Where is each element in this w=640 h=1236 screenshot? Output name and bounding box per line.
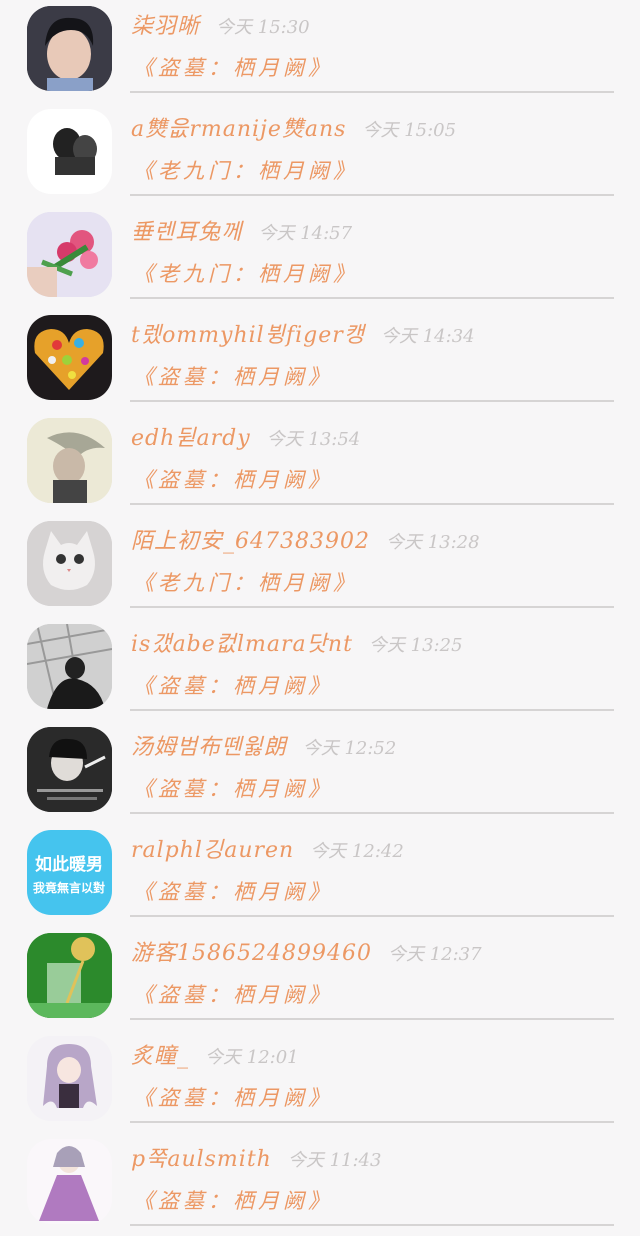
avatar-text-card[interactable]: 如此暖男我竟無言以對 — [27, 830, 112, 915]
user-name-line: a㸈읎rmanije㸈ans 今天 15:05 — [131, 111, 456, 143]
divider — [130, 503, 614, 505]
avatar-anime-girl-image — [27, 1036, 112, 1121]
user-name[interactable]: a㸈읎rmanije㸈ans — [131, 117, 346, 142]
book-title[interactable]: 《盗墓：栖月阙》 — [133, 464, 333, 494]
avatar-city-bw-image — [27, 624, 112, 709]
user-name[interactable]: ralphl깅auren — [131, 838, 294, 863]
svg-text:我竟無言以對: 我竟無言以對 — [33, 880, 105, 895]
avatar-cat-image — [27, 521, 112, 606]
comment-item[interactable]: t렜ommyhil뷩figer캥 今天 14:34 《盗墓：栖月阙》 — [0, 309, 640, 412]
comment-time: 今天 12:01 — [205, 1047, 299, 1068]
avatar-glass-green[interactable] — [27, 933, 112, 1018]
divider — [130, 1224, 614, 1226]
avatar-woman-hair[interactable] — [27, 418, 112, 503]
avatar-couple-bw-image — [27, 109, 112, 194]
user-name-line: p쭉aulsmith 今天 11:43 — [131, 1141, 381, 1173]
avatar-cat[interactable] — [27, 521, 112, 606]
comment-item[interactable]: 游客1586524899460 今天 12:37 《盗墓：栖月阙》 — [0, 927, 640, 1030]
avatar-flowers-image — [27, 212, 112, 297]
user-name[interactable]: 垂렌耳兔께 — [131, 220, 242, 245]
user-name-line: 游客1586524899460 今天 12:37 — [131, 935, 482, 967]
comment-time: 今天 15:05 — [362, 120, 457, 141]
book-title[interactable]: 《盗墓：栖月阙》 — [133, 1185, 333, 1215]
comment-item[interactable]: 炙瞳_ 今天 12:01 《盗墓：栖月阙》 — [0, 1030, 640, 1133]
divider — [130, 709, 614, 711]
avatar-glass-green-image — [27, 933, 112, 1018]
avatar-portrait-man-image — [27, 6, 112, 91]
comment-item[interactable]: 汤姆범布뗀윓朗 今天 12:52 《盗墓：栖月阙》 — [0, 721, 640, 824]
comment-time: 今天 14:57 — [258, 223, 353, 244]
divider — [130, 1018, 614, 1020]
avatar-couple-bw[interactable] — [27, 109, 112, 194]
user-name[interactable]: p쭉aulsmith — [131, 1147, 272, 1172]
user-name[interactable]: edh뒫ardy — [131, 426, 251, 451]
user-name[interactable]: 柒羽晰 — [131, 14, 200, 39]
comment-time: 今天 13:28 — [385, 532, 480, 553]
comment-time: 今天 12:37 — [387, 944, 482, 965]
comment-time: 今天 13:54 — [266, 429, 361, 450]
avatar-anime-dress-image — [27, 1139, 112, 1224]
book-title[interactable]: 《盗墓：栖月阙》 — [133, 979, 333, 1009]
comment-time: 今天 12:42 — [310, 841, 404, 862]
avatar-heart[interactable] — [27, 315, 112, 400]
user-name[interactable]: 陌上初安_647383902 — [131, 529, 370, 554]
avatar-woman-smoke-image — [27, 727, 112, 812]
comment-time: 今天 11:43 — [287, 1150, 382, 1171]
comment-item[interactable]: 柒羽晰 今天 15:30 《盗墓：栖月阙》 — [0, 0, 640, 103]
user-name[interactable]: t렜ommyhil뷩figer캥 — [131, 323, 365, 348]
avatar-heart-image — [27, 315, 112, 400]
user-name-line: 汤姆범布뗀윓朗 今天 12:52 — [131, 729, 396, 761]
avatar-woman-smoke[interactable] — [27, 727, 112, 812]
divider — [130, 1121, 614, 1123]
divider — [130, 812, 614, 814]
comment-item[interactable]: 垂렌耳兔께 今天 14:57 《老九门：栖月阙》 — [0, 206, 640, 309]
book-title[interactable]: 《老九门：栖月阙》 — [133, 155, 358, 185]
book-title[interactable]: 《盗墓：栖月阙》 — [133, 670, 333, 700]
divider — [130, 297, 614, 299]
book-title[interactable]: 《盗墓：栖月阙》 — [133, 52, 333, 82]
comment-time: 今天 14:34 — [381, 326, 475, 347]
book-title[interactable]: 《盗墓：栖月阙》 — [133, 1082, 333, 1112]
user-name-line: 炙瞳_ 今天 12:01 — [131, 1038, 299, 1070]
comment-item[interactable]: 如此暖男我竟無言以對 ralphl깅auren 今天 12:42 《盗墓：栖月阙》 — [0, 824, 640, 927]
user-name-line: ralphl깅auren 今天 12:42 — [131, 832, 404, 864]
comment-item[interactable]: edh뒫ardy 今天 13:54 《盗墓：栖月阙》 — [0, 412, 640, 515]
divider — [130, 606, 614, 608]
avatar-anime-girl[interactable] — [27, 1036, 112, 1121]
user-name-line: is갰abe컶lmara닷nt 今天 13:25 — [131, 626, 463, 658]
avatar-city-bw[interactable] — [27, 624, 112, 709]
user-name-line: edh뒫ardy 今天 13:54 — [131, 420, 360, 452]
book-title[interactable]: 《老九门：栖月阙》 — [133, 567, 358, 597]
user-name-line: 垂렌耳兔께 今天 14:57 — [131, 214, 352, 246]
comment-time: 今天 13:25 — [368, 635, 463, 656]
user-name-line: 陌上初安_647383902 今天 13:28 — [131, 523, 480, 555]
book-title[interactable]: 《盗墓：栖月阙》 — [133, 361, 333, 391]
comment-item[interactable]: is갰abe컶lmara닷nt 今天 13:25 《盗墓：栖月阙》 — [0, 618, 640, 721]
comment-time: 今天 15:30 — [216, 17, 310, 38]
user-name-line: t렜ommyhil뷩figer캥 今天 14:34 — [131, 317, 475, 349]
comment-time: 今天 12:52 — [302, 738, 397, 759]
avatar-woman-hair-image — [27, 418, 112, 503]
user-name[interactable]: 汤姆범布뗀윓朗 — [131, 735, 287, 760]
comment-item[interactable]: 陌上初安_647383902 今天 13:28 《老九门：栖月阙》 — [0, 515, 640, 618]
user-name[interactable]: 炙瞳_ — [131, 1044, 189, 1069]
divider — [130, 91, 614, 93]
avatar-anime-dress[interactable] — [27, 1139, 112, 1224]
avatar-portrait-man[interactable] — [27, 6, 112, 91]
book-title[interactable]: 《盗墓：栖月阙》 — [133, 773, 333, 803]
user-name[interactable]: 游客1586524899460 — [131, 941, 372, 966]
divider — [130, 400, 614, 402]
user-name-line: 柒羽晰 今天 15:30 — [131, 8, 310, 40]
avatar-flowers[interactable] — [27, 212, 112, 297]
comment-item[interactable]: a㸈읎rmanije㸈ans 今天 15:05 《老九门：栖月阙》 — [0, 103, 640, 206]
svg-text:如此暖男: 如此暖男 — [35, 854, 103, 875]
divider — [130, 915, 614, 917]
avatar-text-card-image: 如此暖男我竟無言以對 — [27, 830, 112, 915]
book-title[interactable]: 《盗墓：栖月阙》 — [133, 876, 333, 906]
divider — [130, 194, 614, 196]
book-title[interactable]: 《老九门：栖月阙》 — [133, 258, 358, 288]
user-name[interactable]: is갰abe컶lmara닷nt — [131, 632, 353, 657]
comment-list: 柒羽晰 今天 15:30 《盗墓：栖月阙》 a㸈읎rmanije㸈ans 今天 15… — [0, 0, 640, 1226]
comment-item[interactable]: p쭉aulsmith 今天 11:43 《盗墓：栖月阙》 — [0, 1133, 640, 1236]
